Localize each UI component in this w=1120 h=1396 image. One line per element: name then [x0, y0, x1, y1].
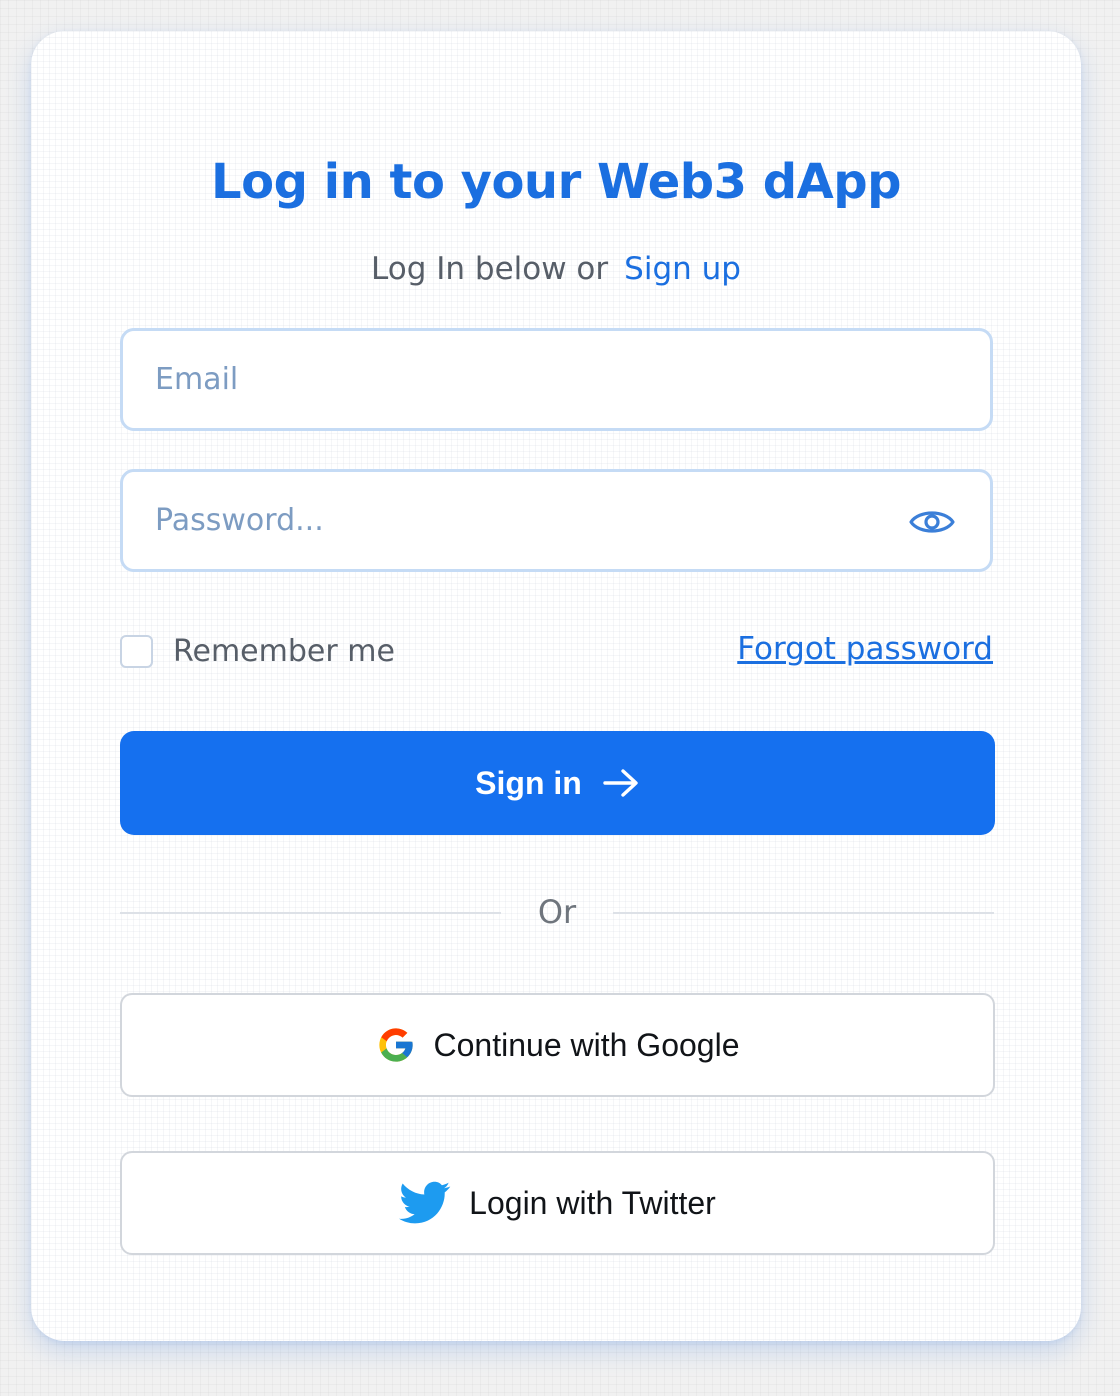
password-input[interactable] [123, 472, 990, 569]
twitter-login-button[interactable]: Login with Twitter [120, 1151, 995, 1255]
google-login-button[interactable]: Continue with Google [120, 993, 995, 1097]
twitter-icon [399, 1181, 451, 1224]
sign-in-label: Sign in [475, 764, 582, 801]
twitter-login-label: Login with Twitter [469, 1184, 716, 1221]
arrow-right-icon [603, 769, 638, 797]
page-title: Log in to your Web3 dApp [211, 154, 901, 210]
remember-me[interactable]: Remember me [120, 633, 395, 669]
google-login-label: Continue with Google [433, 1026, 740, 1063]
divider-text: Or [537, 893, 577, 931]
sign-in-button[interactable]: Sign in [120, 731, 995, 835]
divider-line-left [120, 912, 501, 914]
email-input[interactable] [123, 331, 990, 428]
signup-link[interactable]: Sign up [624, 251, 741, 287]
login-card: Log in to your Web3 dApp Log In below or… [31, 31, 1081, 1341]
remember-me-label: Remember me [173, 633, 395, 669]
divider-line-right [613, 912, 994, 914]
google-icon [378, 1028, 413, 1062]
forgot-password-link[interactable]: Forgot password [737, 631, 993, 667]
subtitle-text: Log In below or [371, 251, 609, 287]
subtitle: Log In below or Sign up [31, 251, 1081, 287]
eye-icon[interactable] [908, 502, 956, 542]
email-field [120, 328, 993, 431]
remember-me-checkbox[interactable] [120, 634, 153, 668]
password-field [120, 469, 993, 572]
card-background [31, 31, 1081, 1341]
